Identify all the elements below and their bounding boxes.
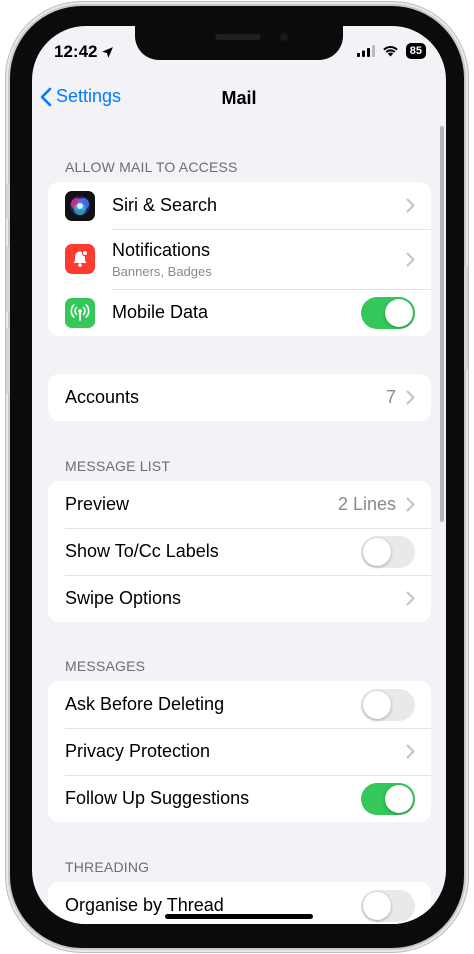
row-notifications-subtitle: Banners, Badges <box>112 263 212 279</box>
section-header-threading: THREADING <box>65 859 150 875</box>
wifi-icon <box>382 46 398 57</box>
chevron-right-icon <box>406 252 415 266</box>
accounts-count: 7 <box>385 387 396 407</box>
toggle-knob <box>385 298 413 327</box>
siri-icon <box>65 190 95 221</box>
toggle-knob <box>363 537 391 566</box>
chevron-right-icon <box>406 390 415 405</box>
row-preview-label: Preview <box>65 494 130 514</box>
row-mobile-data-label: Mobile Data <box>112 302 209 322</box>
status-time-text: 12:42 <box>54 42 98 61</box>
ask-before-deleting-toggle[interactable] <box>361 688 415 721</box>
row-notifications[interactable]: Notifications Banners, Badges <box>48 229 431 289</box>
group-allow-access: Siri & Search Notifications Banners, Bad… <box>48 182 431 336</box>
toggle-knob <box>363 690 391 719</box>
front-camera <box>279 32 289 42</box>
row-swipe-options-label: Swipe Options <box>65 588 182 608</box>
row-ask-before-deleting: Ask Before Deleting <box>48 681 431 728</box>
section-header-allow: ALLOW MAIL TO ACCESS <box>65 159 238 175</box>
status-icons: 85 <box>356 43 426 59</box>
row-show-tocc-labels: Show To/Cc Labels <box>48 528 431 575</box>
row-accounts[interactable]: Accounts 7 <box>48 374 431 421</box>
row-follow-up-suggestions-label: Follow Up Suggestions <box>65 788 250 808</box>
scrollbar[interactable] <box>440 126 444 522</box>
toggle-knob <box>363 891 391 920</box>
speaker-grille <box>215 34 261 40</box>
toggle-knob <box>385 784 413 813</box>
row-privacy-protection[interactable]: Privacy Protection <box>48 728 431 775</box>
show-tocc-toggle[interactable] <box>361 535 415 568</box>
follow-up-suggestions-toggle[interactable] <box>361 782 415 815</box>
row-notifications-label: Notifications <box>112 239 211 260</box>
row-siri-search[interactable]: Siri & Search <box>48 182 431 229</box>
dynamic-island <box>135 26 343 60</box>
page-title: Mail <box>221 88 257 108</box>
chevron-right-icon <box>406 497 415 512</box>
volume-up-button <box>6 246 10 312</box>
row-follow-up-suggestions: Follow Up Suggestions <box>48 775 431 822</box>
row-preview[interactable]: Preview 2 Lines <box>48 481 431 528</box>
navigation-bar: Settings Mail <box>32 84 446 114</box>
row-mobile-data: Mobile Data <box>48 289 431 336</box>
group-messages: Ask Before Deleting Privacy Protection F… <box>48 681 431 822</box>
home-indicator[interactable] <box>165 914 313 919</box>
row-swipe-options[interactable]: Swipe Options <box>48 575 431 622</box>
section-header-message-list: MESSAGE LIST <box>65 458 171 474</box>
power-button <box>464 266 468 370</box>
group-accounts: Accounts 7 <box>48 374 431 421</box>
preview-value: 2 Lines <box>337 494 396 514</box>
group-message-list: Preview 2 Lines Show To/Cc Labels Swipe … <box>48 481 431 622</box>
location-arrow-icon <box>102 46 114 58</box>
section-header-messages: MESSAGES <box>65 658 146 674</box>
action-button <box>6 183 10 219</box>
row-accounts-label: Accounts <box>65 387 140 407</box>
cellular-signal-icon <box>356 45 375 57</box>
chevron-right-icon <box>406 744 415 759</box>
screen: 12:42 85 Settings Mail ALLOW MAIL TO ACC… <box>32 26 446 924</box>
chevron-right-icon <box>406 198 415 213</box>
row-organise-by-thread-label: Organise by Thread <box>65 895 224 915</box>
row-siri-search-label: Siri & Search <box>112 195 218 215</box>
battery-indicator: 85 <box>405 43 426 59</box>
chevron-right-icon <box>406 591 415 606</box>
row-show-tocc-label: Show To/Cc Labels <box>65 541 219 561</box>
antenna-icon <box>65 297 95 328</box>
row-privacy-protection-label: Privacy Protection <box>65 741 211 761</box>
organise-by-thread-toggle[interactable] <box>361 889 415 922</box>
row-ask-before-deleting-label: Ask Before Deleting <box>65 694 225 714</box>
notifications-bell-icon <box>65 244 95 274</box>
volume-down-button <box>6 328 10 394</box>
mobile-data-toggle[interactable] <box>361 296 415 329</box>
status-time: 12:42 <box>54 42 114 62</box>
